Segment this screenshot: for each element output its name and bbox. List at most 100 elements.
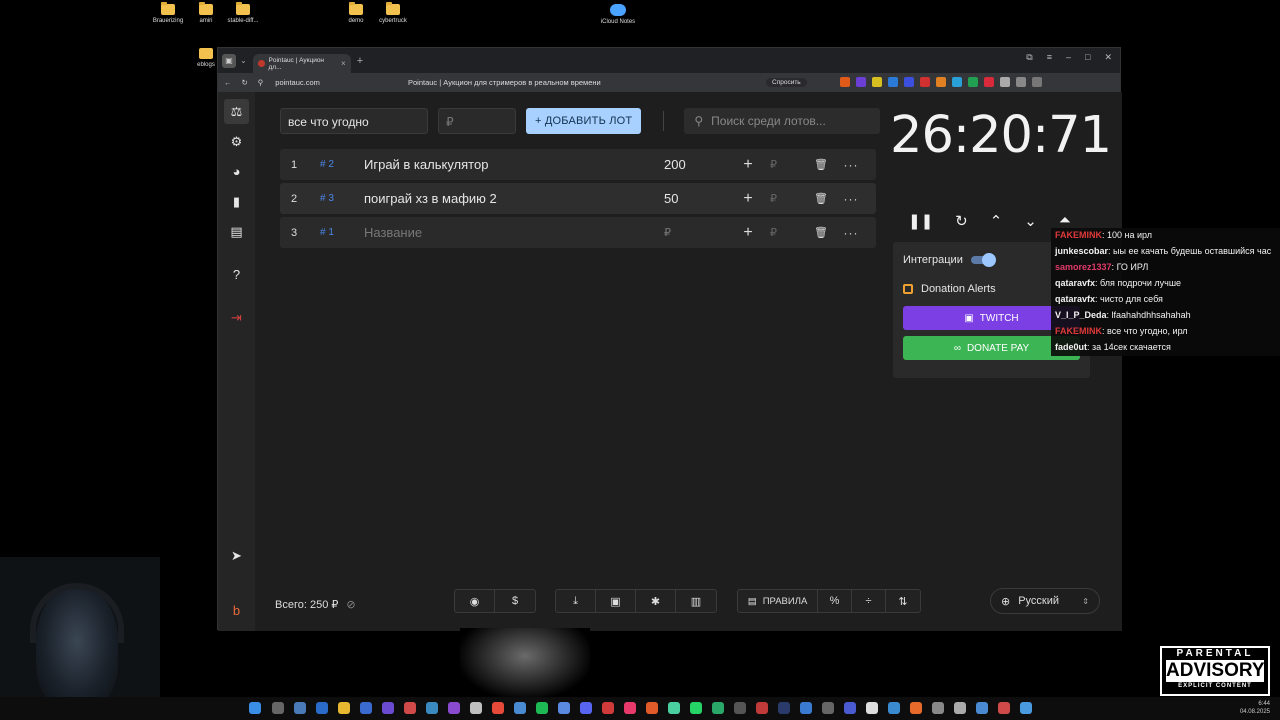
extension-icon[interactable] <box>904 77 914 87</box>
extension-icon[interactable] <box>952 77 962 87</box>
spotify-icon[interactable] <box>536 702 548 714</box>
sort-icon[interactable]: ⇅ <box>886 590 920 612</box>
taskbar-app-icon[interactable] <box>954 702 966 714</box>
lot-amount[interactable]: 200 <box>664 157 734 172</box>
wheel-icon[interactable]: ◕ <box>227 162 246 181</box>
maximize-icon[interactable]: □ <box>1085 52 1090 63</box>
lot-add-input[interactable]: ₽ <box>762 226 814 239</box>
taskbar-app-icon[interactable] <box>778 702 790 714</box>
taskbar-app-icon[interactable] <box>316 702 328 714</box>
system-clock[interactable]: 6:44 04.08.2025 <box>1240 700 1270 716</box>
taskbar-app-icon[interactable] <box>602 702 614 714</box>
extension-icon[interactable] <box>888 77 898 87</box>
taskbar-app-icon[interactable] <box>646 702 658 714</box>
settings-icon[interactable]: ⚙ <box>227 132 246 151</box>
firefox-icon[interactable] <box>910 702 922 714</box>
reload-icon[interactable]: ↻ <box>242 78 248 87</box>
taskbar-app-icon[interactable] <box>976 702 988 714</box>
delete-icon[interactable]: 🗑 <box>814 192 834 205</box>
calculator-icon[interactable] <box>470 702 482 714</box>
settings-icon[interactable] <box>1020 702 1032 714</box>
hide-eye-icon[interactable]: ⊘ <box>346 598 355 611</box>
extension-icon[interactable] <box>1016 77 1026 87</box>
lot-amount[interactable]: ₽ <box>664 226 734 239</box>
start-icon[interactable] <box>249 702 261 714</box>
taskbar-app-icon[interactable] <box>822 702 834 714</box>
menu-icon[interactable]: ≡ <box>1047 52 1052 63</box>
lot-id[interactable]: # 1 <box>308 227 364 238</box>
more-icon[interactable]: ··· <box>834 192 868 206</box>
taskbar-app-icon[interactable] <box>844 702 856 714</box>
taskview-icon[interactable] <box>294 702 306 714</box>
delete-icon[interactable]: 🗑 <box>814 158 834 171</box>
extensions-icon[interactable]: ⧉ <box>1026 52 1032 63</box>
taskbar-app-icon[interactable] <box>866 702 878 714</box>
minimize-icon[interactable]: – <box>1066 52 1071 63</box>
delete-icon[interactable]: 🗑 <box>814 226 834 239</box>
lot-search-input[interactable]: ⚲ Поиск среди лотов... <box>684 108 881 134</box>
extension-icon[interactable] <box>936 77 946 87</box>
add-lot-button[interactable]: + ДОБАВИТЬ ЛОТ <box>526 108 642 134</box>
discord-icon[interactable] <box>580 702 592 714</box>
lot-name[interactable]: Название <box>364 225 664 240</box>
download-icon[interactable]: ⤓ <box>556 590 596 612</box>
lot-id[interactable]: # 2 <box>308 159 364 170</box>
terminal-icon[interactable] <box>734 702 746 714</box>
extension-icon[interactable] <box>968 77 978 87</box>
taskbar-app-icon[interactable] <box>668 702 680 714</box>
whatsapp-icon[interactable] <box>690 702 702 714</box>
auction-gavel-icon[interactable]: ⚖ <box>224 99 249 124</box>
help-icon[interactable]: ? <box>227 265 246 284</box>
taskbar-app-icon[interactable] <box>558 702 570 714</box>
taskbar-app-icon[interactable] <box>756 702 768 714</box>
extension-icon[interactable] <box>840 77 850 87</box>
add-amount-icon[interactable]: + <box>734 224 762 242</box>
taskbar-app-icon[interactable] <box>932 702 944 714</box>
explorer-icon[interactable] <box>338 702 350 714</box>
extension-icon[interactable] <box>1000 77 1010 87</box>
desktop-folder-icon[interactable]: cybertruck <box>363 2 423 24</box>
save-icon[interactable]: ▣ <box>596 590 636 612</box>
add-amount-icon[interactable]: + <box>734 156 762 174</box>
close-window-icon[interactable]: ✕ <box>1104 52 1112 63</box>
clear-list-icon[interactable]: ▥ <box>676 590 716 612</box>
desktop-folder-icon[interactable]: eblogs <box>196 48 216 68</box>
stats-icon[interactable]: ▮ <box>227 192 246 211</box>
ask-button[interactable]: Спросить <box>766 78 807 87</box>
extension-icon[interactable] <box>984 77 994 87</box>
icloud-notes-icon[interactable]: iCloud Notes <box>588 4 648 25</box>
url-field[interactable]: pointauc.com <box>275 78 320 87</box>
close-tab-icon[interactable]: × <box>341 59 346 68</box>
taskbar-app-icon[interactable] <box>514 702 526 714</box>
extension-icon[interactable] <box>920 77 930 87</box>
lot-amount[interactable]: 50 <box>664 191 734 206</box>
yandex-icon[interactable] <box>492 702 504 714</box>
lot-row[interactable]: 2 # 3 поиграй хз в мафию 2 50 + ₽ 🗑 ··· <box>280 183 876 214</box>
lot-id[interactable]: # 3 <box>308 193 364 204</box>
new-tab-icon[interactable]: + <box>357 55 363 67</box>
add-amount-icon[interactable]: + <box>734 190 762 208</box>
taskbar-app-icon[interactable] <box>404 702 416 714</box>
compress-icon[interactable]: ÷ <box>852 590 886 612</box>
chevron-down-icon[interactable]: ⌄ <box>240 56 247 65</box>
more-icon[interactable]: ··· <box>834 158 868 172</box>
lot-row[interactable]: 1 # 2 Играй в калькулятор 200 + ₽ 🗑 ··· <box>280 149 876 180</box>
music-icon[interactable] <box>624 702 636 714</box>
desktop-folder-icon[interactable]: stable-diff... <box>213 2 273 24</box>
integrations-toggle[interactable] <box>970 253 996 267</box>
logout-icon[interactable]: ⇥ <box>227 308 246 327</box>
language-select[interactable]: ⊕ Русский ⇕ <box>990 588 1100 614</box>
lot-name-input[interactable]: все что угодно <box>280 108 428 134</box>
percent-icon[interactable]: % <box>818 590 852 612</box>
lot-row[interactable]: 3 # 1 Название ₽ + ₽ 🗑 ··· <box>280 217 876 248</box>
reset-icon[interactable]: ↻ <box>955 212 968 230</box>
history-icon[interactable]: ▤ <box>227 222 246 241</box>
chevron-down-icon[interactable]: ⌄ <box>1024 212 1037 230</box>
chrome-icon[interactable] <box>998 702 1010 714</box>
github-icon[interactable]: ◉ <box>455 590 495 612</box>
rules-button[interactable]: ▤ ПРАВИЛА <box>738 590 818 612</box>
telegram-icon[interactable]: ➤ <box>227 546 246 565</box>
taskbar-app-icon[interactable] <box>800 702 812 714</box>
lot-amount-input[interactable]: ₽ <box>438 108 516 134</box>
taskbar-app-icon[interactable] <box>448 702 460 714</box>
